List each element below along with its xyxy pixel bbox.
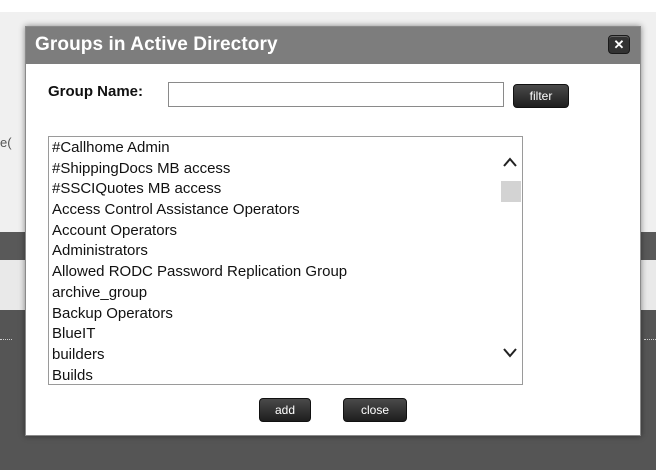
chevron-up-icon[interactable]: [502, 155, 518, 169]
dialog-titlebar: Groups in Active Directory ✕: [26, 27, 640, 64]
list-item[interactable]: #SSCIQuotes MB access: [52, 179, 492, 200]
groups-dialog: Groups in Active Directory ✕ Group Name:…: [25, 26, 641, 436]
listbox-scrollbar[interactable]: [499, 137, 522, 384]
background-dotted-line-left: [0, 339, 12, 340]
add-button[interactable]: add: [259, 398, 311, 422]
group-name-label: Group Name:: [48, 83, 144, 100]
group-name-input[interactable]: [168, 82, 504, 107]
list-item[interactable]: #ShippingDocs MB access: [52, 159, 492, 180]
groups-list: #Callhome Admin #ShippingDocs MB access #S…: [52, 138, 492, 384]
list-item[interactable]: Access Control Assistance Operators: [52, 200, 492, 221]
close-button[interactable]: close: [343, 398, 407, 422]
background-top: [0, 0, 656, 12]
filter-button[interactable]: filter: [513, 84, 569, 108]
background-dotted-line-right: [644, 339, 656, 340]
list-item[interactable]: Builds: [52, 366, 492, 384]
groups-listbox[interactable]: #Callhome Admin #ShippingDocs MB access #S…: [48, 136, 523, 385]
scrollbar-thumb[interactable]: [501, 181, 521, 202]
list-item[interactable]: Backup Operators: [52, 304, 492, 325]
list-item[interactable]: BlueIT: [52, 324, 492, 345]
list-item[interactable]: builders: [52, 345, 492, 366]
list-item[interactable]: Allowed RODC Password Replication Group: [52, 262, 492, 283]
close-icon-glyph: ✕: [613, 37, 625, 52]
close-icon[interactable]: ✕: [608, 35, 630, 54]
dialog-title: Groups in Active Directory: [35, 34, 278, 55]
list-item[interactable]: Account Operators: [52, 221, 492, 242]
list-item[interactable]: Administrators: [52, 241, 492, 262]
background-text-fragment: e(: [0, 135, 12, 150]
list-item[interactable]: #Callhome Admin: [52, 138, 492, 159]
list-item[interactable]: archive_group: [52, 283, 492, 304]
chevron-down-icon[interactable]: [502, 346, 518, 360]
